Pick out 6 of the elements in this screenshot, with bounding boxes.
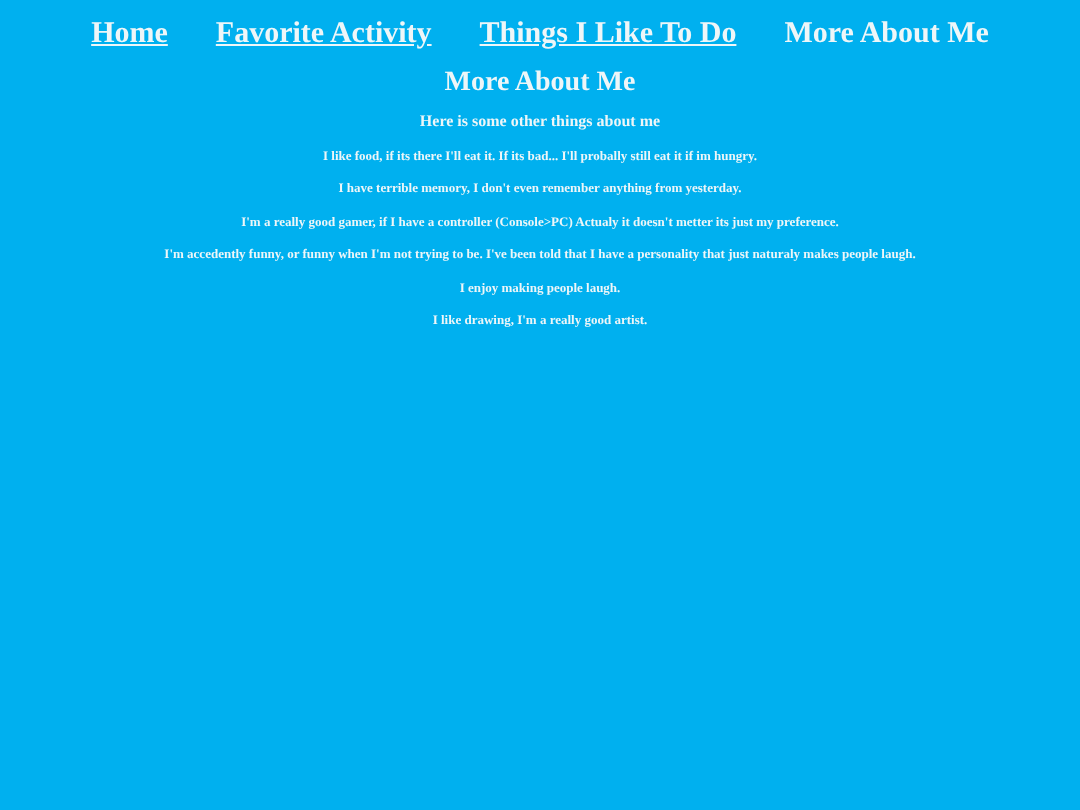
nav-link[interactable]: More About Me (784, 14, 989, 54)
nav-link[interactable]: Favorite Activity (215, 14, 432, 54)
subheading: Here is some other things about me (419, 112, 661, 132)
nav-link[interactable]: Things I Like To Do (479, 14, 737, 54)
nav-link[interactable]: Home (91, 14, 168, 54)
page-heading: More About Me (444, 66, 636, 102)
